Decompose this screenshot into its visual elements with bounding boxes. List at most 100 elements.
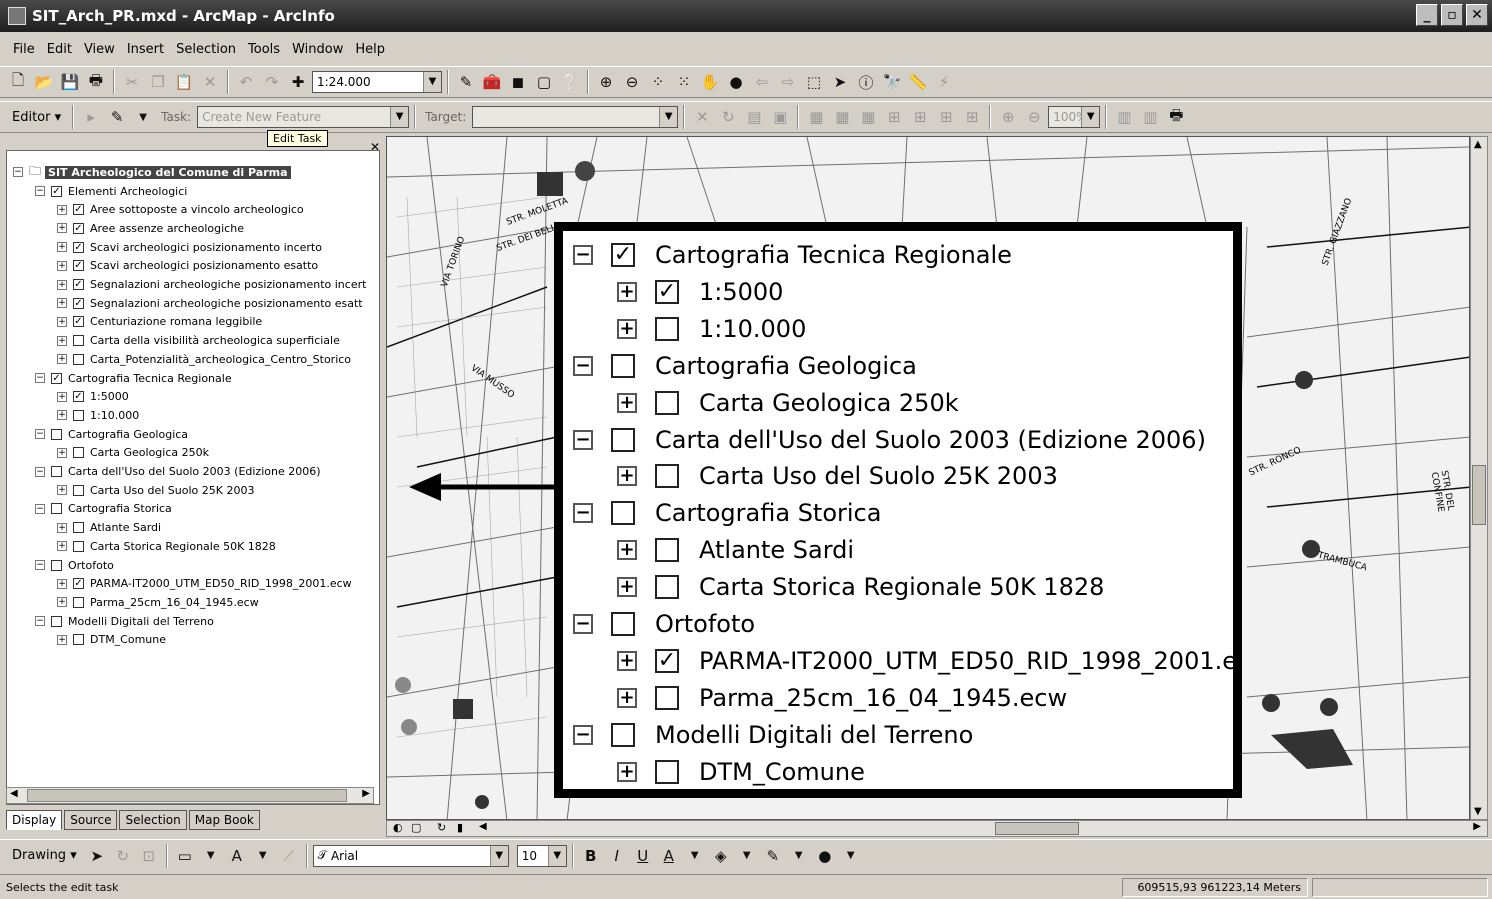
cut-icon[interactable]: ✂ bbox=[120, 70, 144, 94]
minimize-button[interactable]: _ bbox=[1416, 4, 1438, 26]
layer-visibility-checkbox[interactable] bbox=[73, 540, 84, 552]
layer-visibility-checkbox[interactable]: ✓ bbox=[73, 391, 84, 403]
page-layout-icon[interactable]: ▥ bbox=[1112, 105, 1136, 129]
layer-visibility-checkbox[interactable]: ✓ bbox=[73, 279, 84, 290]
copy-icon[interactable]: ❐ bbox=[146, 70, 170, 94]
expand-icon[interactable]: + bbox=[57, 410, 67, 421]
toc-layer-row[interactable]: + Carta della visibilità archeologica sup… bbox=[57, 332, 340, 350]
chevron-down-icon[interactable]: ▼ bbox=[839, 844, 863, 868]
redo-icon[interactable]: ↷ bbox=[260, 70, 284, 94]
data-view-icon[interactable]: ◐ bbox=[393, 821, 403, 834]
chevron-down-icon[interactable]: ▼ bbox=[683, 844, 707, 868]
menu-tools[interactable]: Tools bbox=[243, 40, 285, 59]
toc-layer-row[interactable]: + Carta Storica Regionale 50K 1828 bbox=[57, 537, 276, 555]
collapse-icon[interactable]: − bbox=[35, 560, 45, 570]
collapse-icon[interactable]: − bbox=[35, 503, 45, 514]
scroll-left-icon[interactable]: ◀ bbox=[10, 788, 18, 799]
target-combo[interactable]: ▼ bbox=[472, 106, 679, 128]
collapse-icon[interactable]: − bbox=[35, 373, 45, 383]
chevron-down-icon[interactable]: ▼ bbox=[1081, 107, 1100, 127]
task-combo[interactable]: Create New Feature ▼ bbox=[197, 106, 410, 128]
collapse-icon[interactable]: − bbox=[13, 167, 23, 177]
layer-visibility-checkbox[interactable]: ✓ bbox=[73, 297, 84, 309]
layer-visibility-checkbox[interactable] bbox=[73, 335, 84, 347]
layer-visibility-checkbox[interactable] bbox=[73, 596, 84, 608]
toc-layer-row[interactable]: + ✓ Scavi archeologici posizionamento esat… bbox=[57, 257, 318, 275]
toc-layer-row[interactable]: − Cartografia Geologica bbox=[35, 425, 188, 443]
menu-view[interactable]: View bbox=[79, 40, 120, 59]
toc-layer-row[interactable]: − ✓ Cartografia Tecnica Regionale bbox=[35, 369, 232, 387]
layout-tool-6-icon[interactable]: ⊞ bbox=[934, 105, 958, 129]
toc-layer-row[interactable]: + Carta_Potenzialità_archeologica_Centro_… bbox=[57, 350, 351, 368]
rotate-icon[interactable]: ↻ bbox=[111, 844, 135, 868]
toc-layer-row[interactable]: − Carta dell'Uso del Suolo 2003 (Edizione… bbox=[35, 463, 321, 481]
rotate-tool-icon[interactable]: ↻ bbox=[716, 105, 740, 129]
print-icon[interactable]: 🖶 bbox=[84, 70, 108, 94]
expand-icon[interactable]: + bbox=[57, 279, 67, 290]
rectangle-icon[interactable]: ▭ bbox=[173, 844, 197, 868]
toc-layer-row[interactable]: + Carta Uso del Suolo 25K 2003 bbox=[57, 481, 254, 499]
marker-color-icon[interactable]: ● bbox=[813, 844, 837, 868]
layer-visibility-checkbox[interactable] bbox=[51, 428, 62, 440]
scroll-thumb[interactable] bbox=[27, 789, 347, 802]
scroll-up-icon[interactable]: ▲ bbox=[1474, 139, 1482, 150]
collapse-icon[interactable]: − bbox=[35, 466, 45, 477]
layer-visibility-checkbox[interactable]: ✓ bbox=[73, 260, 84, 272]
layout-tool-5-icon[interactable]: ⊞ bbox=[908, 105, 932, 129]
layer-visibility-checkbox[interactable]: ✓ bbox=[73, 241, 84, 253]
toc-layer-row[interactable]: + ✓ Segnalazioni archeologiche posizioname… bbox=[57, 294, 363, 312]
maximize-button[interactable]: ▫ bbox=[1441, 4, 1463, 26]
open-folder-icon[interactable]: 📂 bbox=[32, 70, 56, 94]
expand-icon[interactable]: + bbox=[57, 204, 67, 215]
sketch-dropdown-chevron-icon[interactable]: ▼ bbox=[131, 105, 155, 129]
save-icon[interactable]: 💾 bbox=[58, 70, 82, 94]
line-color-icon[interactable]: ✎ bbox=[761, 844, 785, 868]
back-extent-icon[interactable]: ⇦ bbox=[750, 70, 774, 94]
zoom-to-selected-icon[interactable]: ⊡ bbox=[137, 844, 161, 868]
layout-zoom-combo[interactable]: 100% ▼ bbox=[1048, 106, 1101, 128]
chevron-down-icon[interactable]: ▼ bbox=[547, 845, 566, 866]
menu-insert[interactable]: Insert bbox=[122, 40, 169, 59]
toc-layer-row[interactable]: + Atlante Sardi bbox=[57, 519, 161, 537]
scroll-right-icon[interactable]: ▶ bbox=[362, 788, 370, 799]
menu-selection[interactable]: Selection bbox=[171, 40, 241, 59]
toc-layer-row[interactable]: + Parma_25cm_16_04_1945.ecw bbox=[57, 593, 259, 611]
toc-layer-row[interactable]: + ✓ PARMA-IT2000_UTM_ED50_RID_1998_2001.ec… bbox=[57, 575, 352, 593]
command-line-icon[interactable]: ◼ bbox=[506, 70, 530, 94]
close-button[interactable]: ✕ bbox=[1466, 4, 1488, 26]
add-data-icon[interactable]: ✚ bbox=[286, 70, 310, 94]
select-features-icon[interactable]: ⬚ bbox=[802, 70, 826, 94]
layer-visibility-checkbox[interactable] bbox=[73, 484, 84, 496]
arctoolbox-icon[interactable]: 🧰 bbox=[480, 70, 504, 94]
font-combo[interactable]: 𝒯 Arial ▼ bbox=[312, 844, 509, 867]
toc-layer-row[interactable]: − Cartografia Storica bbox=[35, 500, 172, 518]
paste-icon[interactable]: 📋 bbox=[172, 70, 196, 94]
text-tool-icon[interactable]: A bbox=[225, 844, 249, 868]
toc-layer-row[interactable]: + ✓ Aree assenze archeologiche bbox=[57, 219, 244, 237]
expand-icon[interactable]: + bbox=[57, 391, 67, 402]
scroll-right-icon[interactable]: ▶ bbox=[1473, 821, 1481, 832]
menu-help[interactable]: Help bbox=[350, 40, 390, 59]
measure-icon[interactable]: 📏 bbox=[906, 70, 930, 94]
expand-icon[interactable]: + bbox=[57, 578, 67, 589]
tab-display[interactable]: Display bbox=[6, 810, 63, 830]
scroll-thumb[interactable] bbox=[995, 822, 1079, 835]
layer-visibility-checkbox[interactable] bbox=[73, 447, 84, 459]
page-setup-icon[interactable]: ▥ bbox=[1138, 105, 1162, 129]
toc-layer-row[interactable]: + ✓ 1:5000 bbox=[57, 388, 129, 406]
delete-icon[interactable]: ✕ bbox=[198, 70, 222, 94]
new-document-icon[interactable]: 🗋 bbox=[6, 70, 30, 94]
attributes-icon[interactable]: ▤ bbox=[742, 105, 766, 129]
sketch-properties-icon[interactable]: ▣ bbox=[768, 105, 792, 129]
chevron-down-icon[interactable]: ▼ bbox=[735, 844, 759, 868]
find-binoculars-icon[interactable]: 🔭 bbox=[880, 70, 904, 94]
layout-tool-4-icon[interactable]: ⊞ bbox=[882, 105, 906, 129]
collapse-icon[interactable]: − bbox=[35, 429, 45, 440]
italic-button[interactable]: I bbox=[605, 844, 629, 868]
layer-visibility-checkbox[interactable] bbox=[73, 409, 84, 421]
toc-layer-row[interactable]: + DTM_Comune bbox=[57, 631, 166, 649]
toc-layer-row[interactable]: − Modelli Digitali del Terreno bbox=[35, 612, 214, 630]
editor-menu-button[interactable]: Editor ▾ bbox=[6, 110, 67, 125]
chevron-down-icon[interactable]: ▼ bbox=[659, 107, 678, 127]
expand-icon[interactable]: + bbox=[57, 260, 67, 271]
